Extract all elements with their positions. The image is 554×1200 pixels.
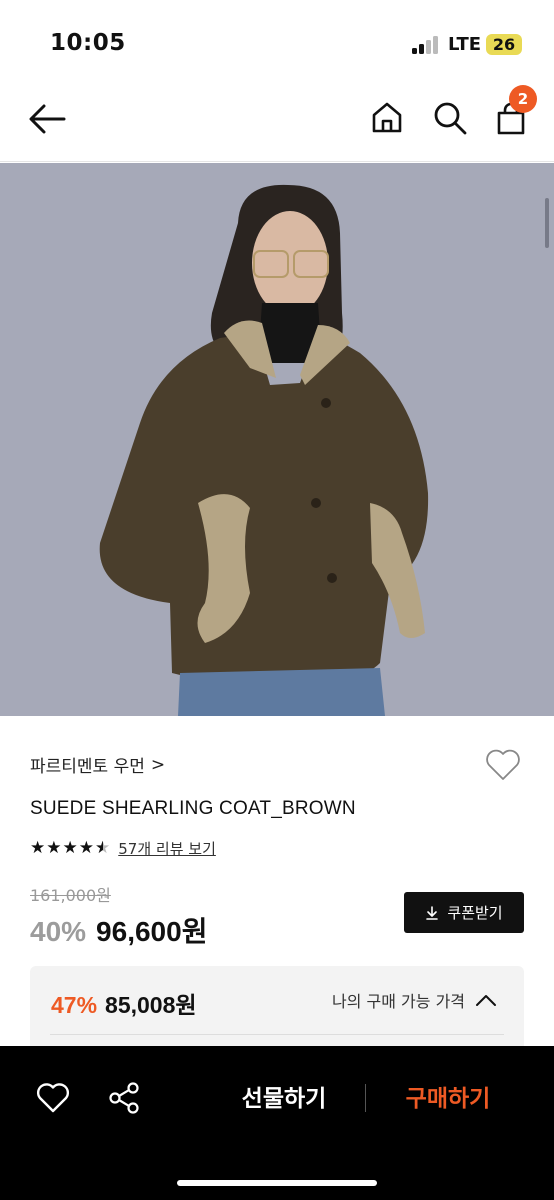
- product-name: SUEDE SHEARLING COAT_BROWN: [30, 798, 356, 819]
- my-price-row: 47% 85,008원: [51, 986, 197, 1020]
- search-icon[interactable]: [432, 100, 468, 136]
- star-icon: ★: [46, 838, 62, 858]
- divider: [365, 1084, 366, 1112]
- cart-count-badge: 2: [509, 85, 537, 113]
- half-star-icon: ★: [95, 838, 111, 858]
- price-row: 40% 96,600원: [30, 910, 207, 950]
- home-icon[interactable]: [370, 100, 404, 134]
- star-icon: ★: [78, 838, 94, 858]
- coupon-label: 쿠폰받기: [447, 904, 503, 922]
- sale-price: 96,600원: [96, 916, 208, 947]
- original-price: 161,000원: [30, 886, 111, 905]
- back-arrow-icon[interactable]: [28, 102, 66, 136]
- coupon-button[interactable]: 쿠폰받기: [404, 892, 524, 933]
- status-time: 10:05: [50, 30, 126, 56]
- product-photo-illustration: [0, 163, 554, 716]
- bottom-action-bar: [0, 1046, 554, 1200]
- star-icon: ★: [62, 838, 78, 858]
- brand-name: 파르티멘토 우먼: [30, 757, 145, 777]
- discount-rate: 40%: [30, 916, 87, 947]
- divider: [50, 1034, 504, 1035]
- top-nav: [0, 80, 554, 162]
- my-price-toggle[interactable]: 나의 구매 가능 가격: [332, 988, 497, 1012]
- status-bar: 10:05 LTE 26: [0, 0, 554, 80]
- share-icon[interactable]: [107, 1081, 141, 1115]
- network-label: LTE: [448, 34, 482, 55]
- my-discount-rate: 47%: [51, 992, 98, 1018]
- download-icon: [426, 905, 439, 920]
- buy-button[interactable]: 구매하기: [392, 1080, 504, 1118]
- star-rating: ★ ★ ★ ★ ★: [30, 840, 110, 857]
- my-price: 85,008원: [105, 992, 197, 1018]
- gift-button[interactable]: 선물하기: [228, 1080, 340, 1118]
- chevron-right-icon: >: [150, 754, 166, 775]
- heart-icon[interactable]: [36, 1082, 70, 1114]
- my-price-label: 나의 구매 가능 가격: [332, 992, 466, 1011]
- rating-row: ★ ★ ★ ★ ★ 57개 리뷰 보기: [30, 838, 216, 859]
- signal-icon: [412, 36, 442, 54]
- home-indicator: [177, 1180, 377, 1186]
- brand-link[interactable]: 파르티멘토 우먼 >: [30, 752, 166, 778]
- image-scroll-indicator: [545, 198, 549, 248]
- chevron-up-icon: [476, 995, 497, 1006]
- heart-icon[interactable]: [484, 748, 522, 782]
- product-image[interactable]: [0, 163, 554, 716]
- battery-icon: 26: [486, 34, 522, 55]
- star-icon: ★: [30, 838, 46, 858]
- review-link[interactable]: 57개 리뷰 보기: [118, 838, 216, 859]
